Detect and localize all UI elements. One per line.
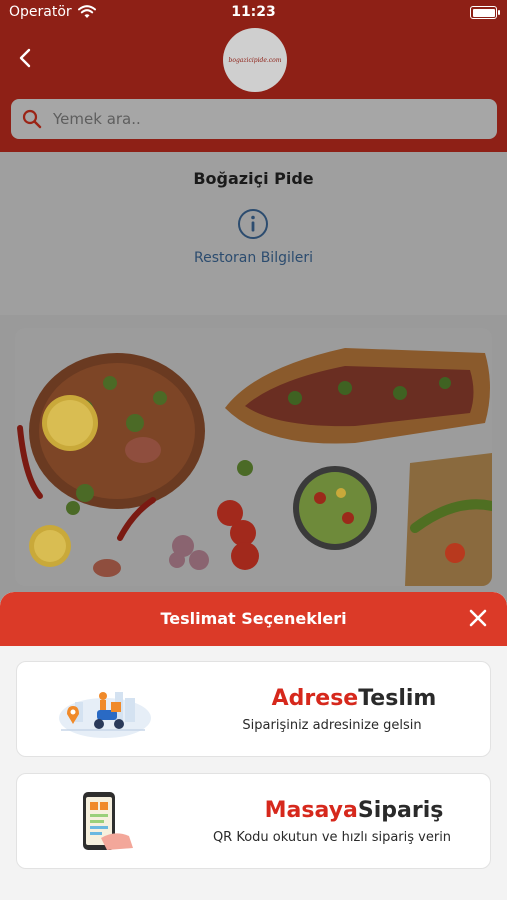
info-icon[interactable] (237, 208, 269, 240)
close-icon[interactable] (468, 608, 488, 628)
delivery-scooter-icon (59, 692, 151, 738)
food-illustration (17, 348, 492, 586)
sheet-header: Teslimat Seçenekleri (0, 592, 507, 646)
logo-text: bogazicipide.com (228, 56, 282, 64)
restaurant-logo: bogazicipide.com (223, 28, 287, 92)
qr-phone-icon (83, 792, 133, 850)
table-order-option[interactable]: MasayaSipariş QR Kodu okutun ve hızlı si… (16, 773, 491, 869)
food-banner-image (15, 328, 492, 586)
address-delivery-option[interactable]: AdreseTeslim Siparişiniz adresinize gels… (16, 661, 491, 757)
search-icon (22, 109, 42, 129)
restaurant-name: Boğaziçi Pide (193, 169, 314, 188)
back-arrow-icon[interactable] (14, 46, 38, 70)
option-subtitle: QR Kodu okutun ve hızlı sipariş verin (212, 830, 452, 845)
battery-icon (470, 6, 500, 19)
restaurant-info-section: Boğaziçi Pide Restoran Bilgileri (0, 152, 507, 315)
clock: 11:23 (231, 4, 276, 20)
status-bar: Operatör 11:23 (0, 0, 507, 26)
option-title: MasayaSipariş (264, 798, 444, 823)
sheet-title: Teslimat Seçenekleri (160, 609, 347, 628)
banner-section (0, 315, 507, 605)
option-title: AdreseTeslim (271, 686, 437, 711)
delivery-options-sheet: Teslimat Seçenekleri AdreseTeslim Sipari… (0, 592, 507, 900)
option-subtitle: Siparişiniz adresinize gelsin (242, 718, 422, 733)
restaurant-info-link[interactable]: Restoran Bilgileri (0, 250, 507, 266)
search-bar[interactable] (11, 99, 497, 139)
header: bogazicipide.com (0, 26, 507, 152)
search-input[interactable] (53, 99, 483, 139)
